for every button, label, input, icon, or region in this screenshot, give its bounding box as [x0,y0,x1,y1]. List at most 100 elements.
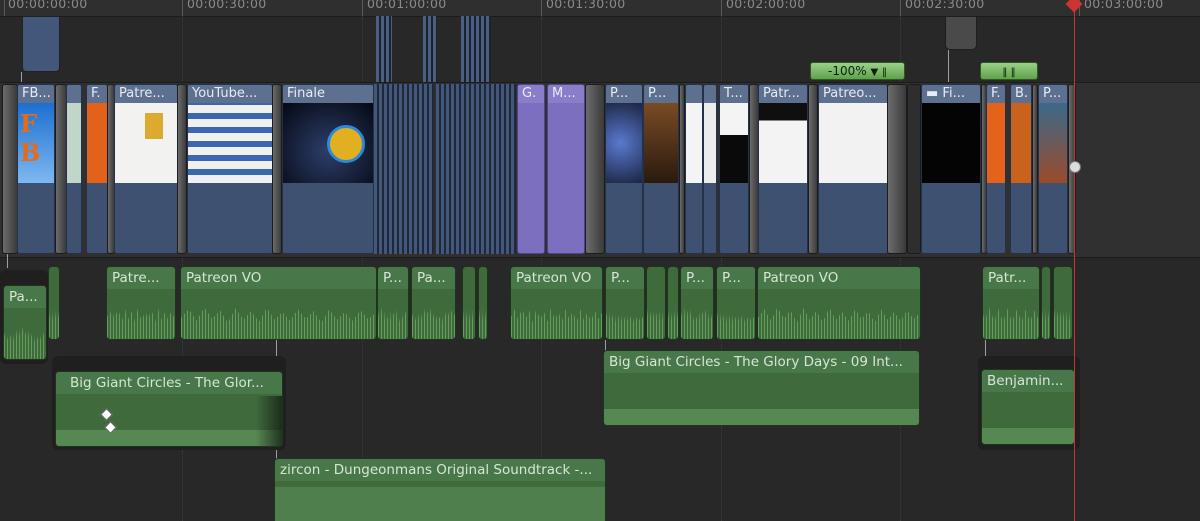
connected-video-clip[interactable] [22,16,60,72]
timeline[interactable]: 00:00:00:00 00:00:30:00 00:01:00:00 00:0… [0,0,1200,521]
clip-thumbnail [518,103,544,183]
audio-waveform [49,307,59,339]
audio-waveform [107,307,175,339]
clip-body [115,183,177,253]
audio-clip[interactable] [48,266,60,340]
video-clip-p2[interactable]: P... [643,84,679,254]
triangle-down-icon[interactable]: ▼ [870,67,878,78]
transition[interactable] [272,84,282,254]
video-clip-t[interactable]: T... [719,84,749,254]
thumbnail-artwork [327,125,365,163]
clip-title: YouTube... [188,85,272,103]
clip-thumbnail [606,103,642,183]
audio-waveform [647,307,665,339]
clip-title: Patreo... [819,85,887,103]
audio-clip-p[interactable]: P... [605,266,645,340]
audio-clip[interactable] [1041,266,1051,340]
video-clip-patreon[interactable]: Patre... [114,84,178,254]
retime-handle-icon[interactable]: ‖ ‖ [1002,67,1015,78]
audio-clip-benjamin[interactable]: Benjamin... [981,369,1075,445]
thumbnail-artwork [145,113,163,139]
clip-title: P... [606,85,642,103]
video-clip[interactable] [703,84,717,254]
video-clip-fb[interactable]: FB... F B [17,84,55,254]
audio-clip-big-giant-circles[interactable]: Big Giant Circles - The Glory Days - 09 … [603,350,920,426]
ruler-label: 00:03:00:00 [1084,0,1164,11]
audio-waveform [181,307,376,339]
video-clip[interactable] [66,84,82,254]
clip-title: zircon - Dungeonmans Original Soundtrack… [275,459,605,481]
clip-thumbnail [87,103,107,183]
video-clip-finale[interactable]: Finale [282,84,374,254]
audio-clip-big-giant-circles[interactable]: Big Giant Circles - The Glor... [55,371,283,447]
audio-clip[interactable] [478,266,488,340]
transition[interactable] [177,84,187,254]
timeline-end-handle-icon[interactable] [1069,161,1081,173]
clip-title [704,85,716,103]
retime-speed-bar[interactable]: -100% ▼ ‖ [810,62,905,80]
audio-clip[interactable] [1053,266,1073,340]
audio-clip-pa[interactable]: Pa... [411,266,456,340]
ruler-label: 00:02:30:00 [905,0,985,11]
compound-clip-g[interactable]: G. [517,84,545,254]
transition[interactable] [887,84,907,254]
clip-title: Pa... [4,286,46,308]
audio-clip-p[interactable]: P... [377,266,409,340]
retime-speed-bar[interactable]: ‖ ‖ [980,62,1038,80]
gap-clip[interactable] [907,84,921,254]
audio-clip-p[interactable]: P... [680,266,714,340]
connected-clip-slivers[interactable] [461,16,491,88]
short-clips-group[interactable] [436,84,516,254]
clip-thumbnail [67,103,81,183]
video-clip-f1[interactable]: F. [86,84,108,254]
transition[interactable] [585,84,605,254]
video-clip-p3[interactable]: P... [1038,84,1068,254]
clip-title: F. [87,85,107,103]
clip-title: T... [720,85,748,103]
audio-clip-patreon-vo[interactable]: Patreon VO [757,266,921,340]
audio-waveform [412,307,455,339]
audio-clip-pa[interactable]: Pa... [3,285,47,360]
clip-body [686,183,702,253]
short-clips-group[interactable] [374,84,434,254]
video-clip[interactable] [685,84,703,254]
compound-clip-m[interactable]: M... [547,84,585,254]
ruler-tick [541,0,542,16]
audio-clip-p[interactable]: P... [716,266,756,340]
clip-body [606,183,642,253]
timecode-ruler[interactable]: 00:00:00:00 00:00:30:00 00:01:00:00 00:0… [0,0,1200,17]
clip-thumbnail [1039,103,1067,183]
video-clip-patreon[interactable]: Patr... [758,84,808,254]
video-clip-f2[interactable]: F. [986,84,1006,254]
video-clip-youtube[interactable]: YouTube... [187,84,273,254]
audio-clip[interactable] [667,266,679,340]
audio-clip[interactable] [462,266,476,340]
connected-clip-slivers[interactable] [423,16,437,88]
audio-clip-patr[interactable]: Patr... [982,266,1040,340]
connected-clip-slivers[interactable] [376,16,392,88]
audio-clip[interactable] [646,266,666,340]
video-clip-b[interactable]: B. [1010,84,1032,254]
clip-body [922,183,980,253]
transition[interactable] [2,84,18,254]
clip-title: Big Giant Circles - The Glory Days - 09 … [604,351,919,373]
clip-body [987,183,1005,253]
connected-video-clip[interactable] [945,16,977,50]
fade-out-handle[interactable] [256,396,282,446]
clip-title: Pa... [412,267,455,289]
ruler-tick [362,0,363,16]
ruler-tick [4,0,5,16]
video-clip-fi[interactable]: ▬ Fi... [921,84,981,254]
clip-title: Patre... [115,85,177,103]
audio-clip-zircon[interactable]: zircon - Dungeonmans Original Soundtrack… [274,458,606,521]
video-clip-p1[interactable]: P... [605,84,643,254]
playhead[interactable] [1074,0,1075,521]
clip-title: G. [518,85,544,103]
audio-clip-patreon-vo[interactable]: Patreon VO [180,266,377,340]
retime-handle-icon[interactable]: ‖ [882,67,887,78]
audio-clip-patreon[interactable]: Patre... [106,266,176,340]
audio-clip-patreon-vo[interactable]: Patreon VO [510,266,603,340]
transition[interactable] [808,84,818,254]
video-clip-patreon[interactable]: Patreo... [818,84,888,254]
clip-body [644,183,678,253]
